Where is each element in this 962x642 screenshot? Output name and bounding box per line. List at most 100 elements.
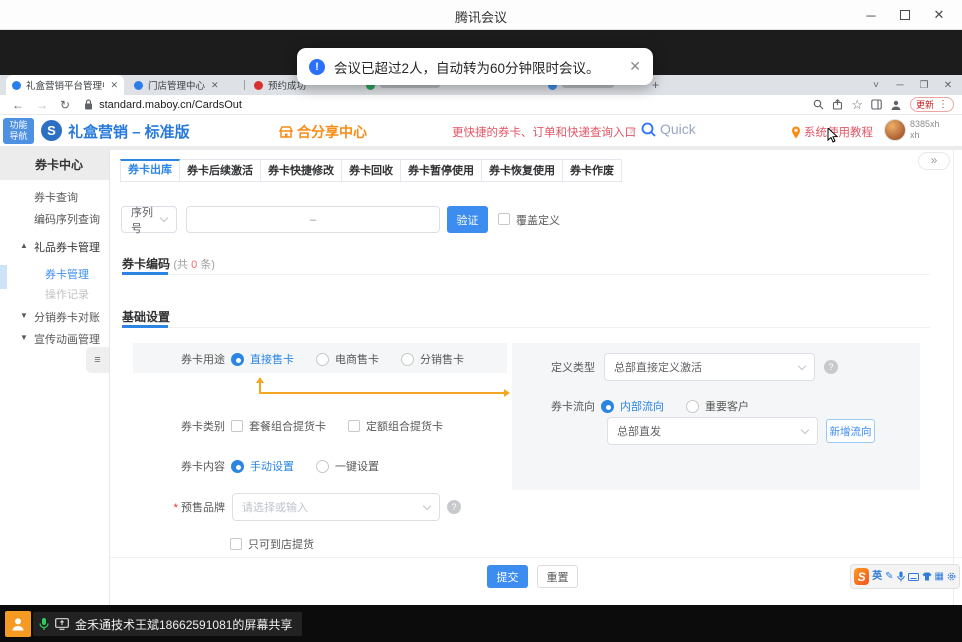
presenter-avatar[interactable]	[5, 611, 31, 637]
sidebar-collapse-handle[interactable]: ≡	[86, 347, 109, 373]
sidebar-group-promo[interactable]: 宣传动画管理	[0, 332, 109, 348]
submit-button[interactable]: 提交	[487, 565, 528, 588]
help-icon[interactable]: ?	[824, 360, 838, 374]
help-icon[interactable]: ?	[447, 500, 461, 514]
chrome-update-button[interactable]: 更新 ⋮	[910, 97, 954, 112]
sidebar-item-card-mgmt[interactable]: 券卡管理	[0, 267, 109, 283]
notification-close-icon[interactable]: ✕	[629, 58, 641, 75]
forward-icon[interactable]: →	[36, 98, 48, 112]
content-row: 券卡内容 手动设置 一键设置	[130, 458, 379, 474]
quick-entry-link[interactable]: 更快捷的券卡、订单和快递查询入口	[452, 124, 636, 140]
tab-card-resume[interactable]: 券卡恢复使用	[482, 159, 563, 182]
usage-distribution-label[interactable]: 分销售卡	[420, 351, 464, 367]
sidebar-item-card-query[interactable]: 券卡查询	[0, 190, 109, 206]
tab-card-pause[interactable]: 券卡暂停使用	[401, 159, 482, 182]
browser-tab-1[interactable]: 礼盒营销平台管理中心 ✕	[6, 75, 124, 95]
skin-icon[interactable]	[922, 572, 932, 581]
zoom-icon[interactable]	[813, 99, 824, 110]
tab-card-recycle[interactable]: 券卡回收	[342, 159, 401, 182]
collapse-panel-button[interactable]: »	[918, 152, 950, 170]
serial-type-select[interactable]: 序列号	[121, 206, 177, 233]
browser-close-icon[interactable]: ✕	[936, 80, 960, 91]
screen-share-indicator[interactable]: 金禾通技术王斌18662591081的屏幕共享	[33, 612, 302, 636]
store-pickup-label[interactable]: 只可到店提货	[248, 536, 314, 552]
category-fixed-checkbox[interactable]	[348, 420, 360, 432]
url-text: standard.maboy.cn/CardsOut	[99, 99, 242, 111]
content-manual-label[interactable]: 手动设置	[250, 458, 294, 474]
settings-icon[interactable]	[947, 572, 956, 581]
browser-minimize-icon[interactable]: ─	[888, 80, 912, 91]
sidebar-group-distribution[interactable]: 分销券卡对账	[0, 310, 109, 326]
nav-toggle-button[interactable]: 功能 导航	[3, 118, 34, 144]
store-pickup-checkbox[interactable]	[230, 538, 242, 550]
sidebar-group-gift-cards[interactable]: 礼品券卡管理	[0, 240, 109, 256]
close-icon[interactable]: ✕	[922, 0, 956, 30]
add-flow-button[interactable]: 新增流向	[826, 419, 875, 443]
category-combo-checkbox[interactable]	[231, 420, 243, 432]
category-fixed-label[interactable]: 定额组合提货卡	[366, 418, 443, 434]
usage-distribution-radio[interactable]	[401, 353, 414, 366]
tab-card-quick-edit[interactable]: 券卡快捷修改	[261, 159, 342, 182]
user-avatar[interactable]	[884, 119, 906, 141]
tab-search-chevron-icon[interactable]: ˅	[864, 80, 888, 91]
meeting-notification: ! 会议已超过2人，自动转为60分钟限时会议。 ✕	[297, 48, 653, 85]
content-label: 券卡内容	[130, 458, 225, 474]
connector-arrow-right-head	[504, 389, 510, 397]
quick-search[interactable]: Quick	[641, 121, 696, 137]
refresh-icon[interactable]: ↻	[60, 98, 70, 112]
reset-button[interactable]: 重置	[537, 565, 578, 588]
flow-internal-radio[interactable]	[601, 400, 614, 413]
share-center-link[interactable]: 合分享中心	[279, 122, 367, 142]
content-onekey-radio[interactable]	[316, 460, 329, 473]
bookmark-star-icon[interactable]: ☆	[851, 97, 863, 113]
tutorial-label: 系统使用教程	[804, 124, 873, 140]
brand-select[interactable]: 请选择或输入	[232, 493, 440, 521]
tab-close-icon[interactable]: ✕	[110, 80, 118, 91]
verify-button[interactable]: 验证	[447, 206, 488, 233]
usage-ecommerce-radio[interactable]	[316, 353, 329, 366]
usage-ecommerce-label[interactable]: 电商售卡	[335, 351, 379, 367]
usage-direct-label[interactable]: 直接售卡	[250, 351, 294, 367]
flow-vip-radio[interactable]	[686, 400, 699, 413]
menu-dots-icon[interactable]: ⋮	[938, 99, 948, 110]
tab-label: 礼盒营销平台管理中心	[26, 78, 104, 92]
handwriting-icon[interactable]: ✎	[885, 572, 893, 582]
browser-tab-2[interactable]: 门店管理中心 ✕	[128, 75, 240, 95]
content-onekey-label[interactable]: 一键设置	[335, 458, 379, 474]
url-field[interactable]: standard.maboy.cn/CardsOut	[84, 99, 242, 111]
tab-card-out[interactable]: 券卡出库	[120, 159, 180, 182]
sidebar-item-op-log[interactable]: 操作记录	[0, 287, 109, 303]
sidebar-item-code-query[interactable]: 编码序列查询	[0, 212, 109, 228]
content-manual-radio[interactable]	[231, 460, 244, 473]
language-icon[interactable]: 英	[872, 572, 882, 582]
minimize-icon[interactable]: ─	[854, 0, 888, 30]
location-pin-icon	[791, 126, 801, 139]
override-checkbox[interactable]	[498, 213, 510, 225]
keyboard-icon[interactable]	[908, 573, 919, 581]
site-favicon	[12, 81, 21, 90]
serial-range-input[interactable]: –	[186, 206, 440, 233]
tab-card-void[interactable]: 券卡作废	[563, 159, 622, 182]
basic-divider	[168, 327, 930, 328]
back-icon[interactable]: ←	[12, 98, 24, 112]
mic-icon[interactable]	[897, 571, 905, 582]
flow-internal-label[interactable]: 内部流向	[620, 398, 664, 414]
meeting-window-controls: ─ ✕	[854, 0, 956, 30]
flow-vip-label[interactable]: 重要客户	[705, 398, 749, 414]
side-panel-icon[interactable]	[871, 99, 882, 110]
category-combo-label[interactable]: 套餐组合提货卡	[249, 418, 326, 434]
sogou-logo[interactable]: S	[854, 568, 869, 585]
flow-direction-select[interactable]: 总部直发	[607, 417, 818, 445]
tab-card-activate[interactable]: 券卡后续激活	[180, 159, 261, 182]
share-icon[interactable]	[832, 99, 843, 110]
browser-maximize-icon[interactable]: ❐	[912, 80, 936, 91]
define-type-select[interactable]: 总部直接定义激活	[604, 353, 815, 381]
category-label: 券卡类别	[130, 418, 225, 434]
maximize-icon[interactable]	[888, 0, 922, 30]
usage-direct-radio[interactable]	[231, 353, 244, 366]
new-tab-icon[interactable]: +	[652, 78, 659, 92]
toolbox-icon[interactable]: ▦	[935, 572, 944, 582]
tab-close-icon[interactable]: ✕	[211, 80, 219, 91]
scrollbar-track[interactable]	[953, 150, 954, 605]
profile-icon[interactable]	[890, 99, 902, 111]
